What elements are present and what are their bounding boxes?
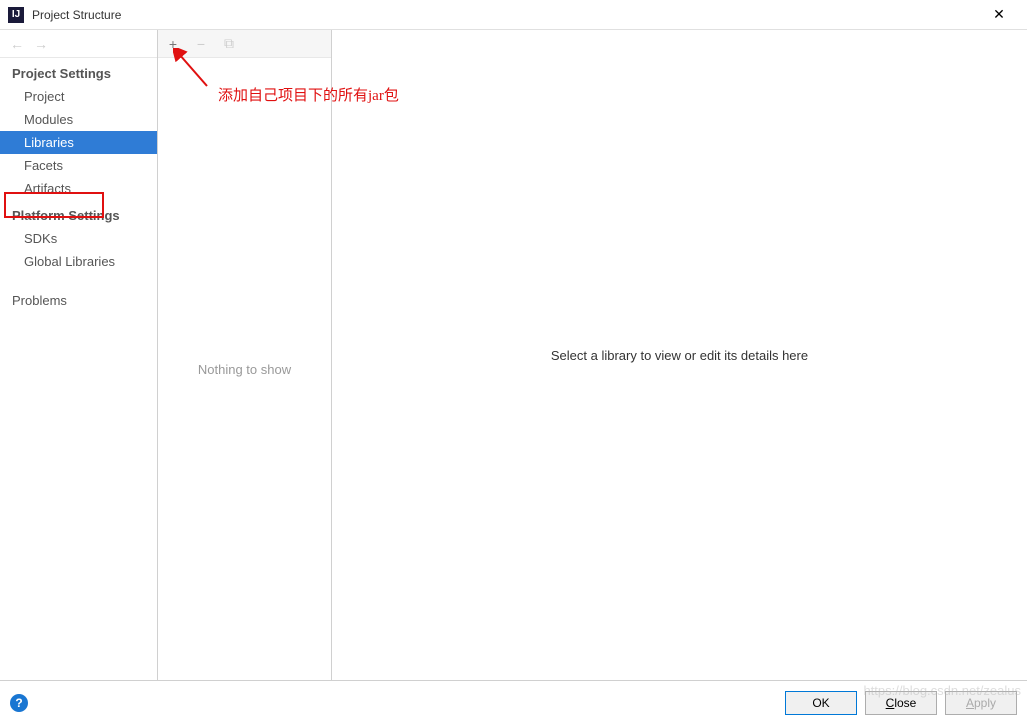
library-detail-panel: Select a library to view or edit its det… <box>332 30 1027 680</box>
sidebar-item-modules[interactable]: Modules <box>0 108 157 131</box>
close-window-button[interactable]: ✕ <box>979 0 1019 30</box>
sidebar-item-artifacts[interactable]: Artifacts <box>0 177 157 200</box>
window-title: Project Structure <box>32 8 979 22</box>
sidebar-item-facets[interactable]: Facets <box>0 154 157 177</box>
sidebar-item-global-libraries[interactable]: Global Libraries <box>0 250 157 273</box>
sidebar-item-libraries[interactable]: Libraries <box>0 131 157 154</box>
nav-forward-icon[interactable]: → <box>34 36 48 52</box>
remove-library-button[interactable]: − <box>194 36 208 52</box>
apply-button[interactable]: Apply <box>945 691 1017 715</box>
app-icon: IJ <box>8 7 24 23</box>
help-button[interactable]: ? <box>10 694 28 712</box>
titlebar: IJ Project Structure ✕ <box>0 0 1027 30</box>
copy-library-button[interactable]: ⧉ <box>222 35 236 52</box>
sidebar-item-project[interactable]: Project <box>0 85 157 108</box>
sidebar-item-sdks[interactable]: SDKs <box>0 227 157 250</box>
sidebar: ← → Project Settings Project Modules Lib… <box>0 30 158 680</box>
detail-placeholder-text: Select a library to view or edit its det… <box>551 348 808 363</box>
dialog-footer: ? OK Close Apply <box>0 680 1027 724</box>
sidebar-nav: ← → <box>0 30 157 58</box>
add-library-button[interactable]: + <box>166 36 180 52</box>
sidebar-item-problems[interactable]: Problems <box>0 289 157 312</box>
section-header-project-settings: Project Settings <box>0 58 157 85</box>
section-header-platform-settings: Platform Settings <box>0 200 157 227</box>
close-button[interactable]: Close <box>865 691 937 715</box>
empty-list-text: Nothing to show <box>198 362 291 377</box>
nav-back-icon[interactable]: ← <box>10 36 24 52</box>
libraries-list-panel: + − ⧉ Nothing to show <box>158 30 332 680</box>
ok-button[interactable]: OK <box>785 691 857 715</box>
content-area: ← → Project Settings Project Modules Lib… <box>0 30 1027 680</box>
libraries-toolbar: + − ⧉ <box>158 30 331 58</box>
libraries-list-empty: Nothing to show <box>158 58 331 680</box>
